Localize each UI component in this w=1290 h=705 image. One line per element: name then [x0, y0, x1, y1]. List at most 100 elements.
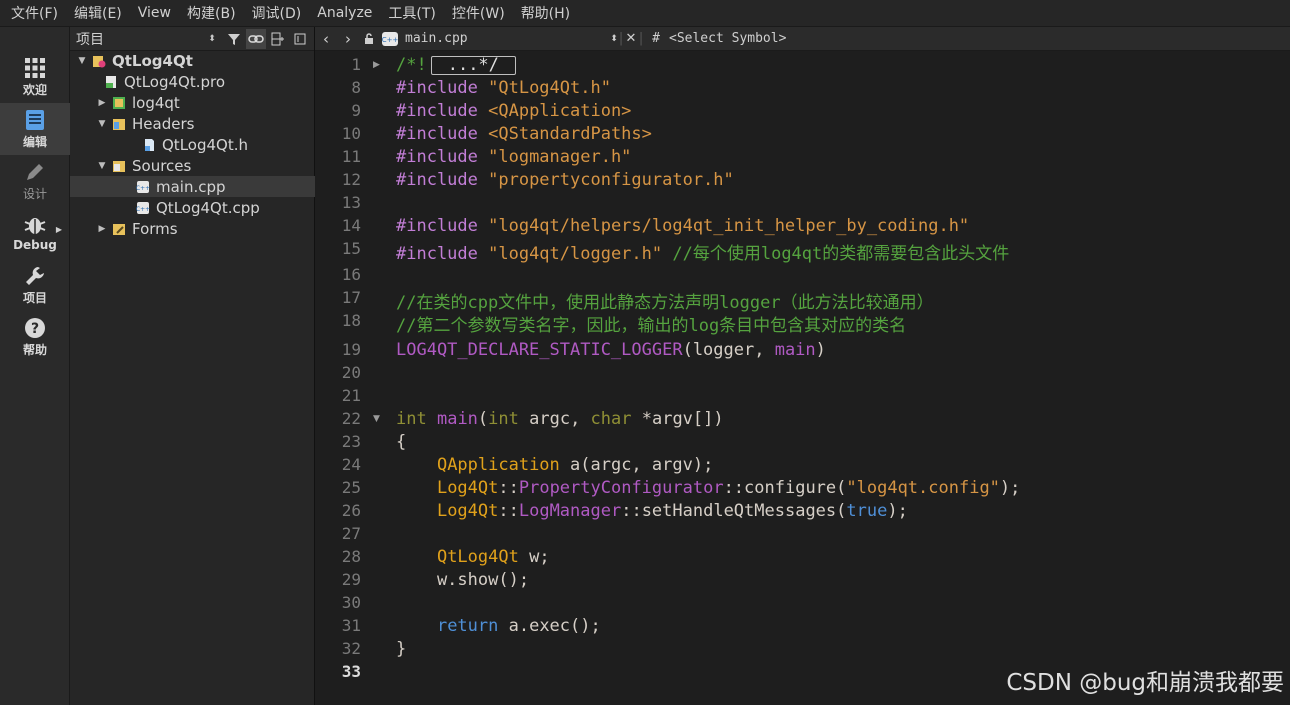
menu-tools[interactable]: 工具(T): [380, 3, 443, 23]
line-number: 26: [341, 501, 361, 520]
expand-arrow-icon[interactable]: ▶: [96, 224, 108, 234]
project-view-selector[interactable]: 项目: [76, 29, 200, 49]
menu-debug[interactable]: 调试(D): [244, 3, 310, 23]
code-line[interactable]: Log4Qt::LogManager::setHandleQtMessages(…: [396, 501, 908, 521]
code-line[interactable]: #include "log4qt/logger.h" //每个使用log4qt的…: [396, 239, 1009, 264]
code-line[interactable]: #include <QStandardPaths>: [396, 124, 652, 144]
code-line[interactable]: //在类的cpp文件中，使用此静态方法声明logger（此方法比较通用）: [396, 288, 934, 313]
tree-item-log4qt[interactable]: ▶ log4qt: [70, 92, 340, 113]
collapse-fold-icon[interactable]: ▼: [373, 414, 380, 424]
symbol-selector[interactable]: <Select Symbol>: [669, 27, 799, 51]
code-line[interactable]: #include "propertyconfigurator.h": [396, 170, 734, 190]
line-number: 22: [341, 409, 361, 428]
tree-item-pro-file[interactable]: QtLog4Qt.pro: [70, 71, 344, 92]
menu-help[interactable]: 帮助(H): [513, 3, 578, 23]
code-line[interactable]: w.show();: [396, 570, 529, 590]
code-token: //每个使用log4qt的类都需要包含此头文件: [672, 244, 1010, 264]
close-panel-icon[interactable]: [290, 29, 310, 49]
code-line[interactable]: #include "logmanager.h": [396, 147, 631, 167]
code-token: #include: [396, 244, 489, 264]
code-line[interactable]: #include "QtLog4Qt.h": [396, 78, 611, 98]
line-number: 15: [341, 239, 361, 258]
line-number: 27: [341, 524, 361, 543]
code-token: QApplication: [436, 455, 560, 475]
mode-label: 设计: [22, 186, 47, 201]
link-icon[interactable]: [246, 28, 266, 49]
forward-icon[interactable]: ›: [337, 27, 359, 51]
code-token: char: [590, 409, 632, 429]
collapse-arrow-icon[interactable]: ▼: [96, 119, 108, 129]
code-line[interactable]: }: [396, 639, 406, 659]
folder-sources-icon: [113, 160, 125, 172]
code-token: PropertyConfigurator: [518, 478, 724, 498]
mode-edit[interactable]: 编辑: [0, 103, 70, 155]
close-document-icon[interactable]: ✕: [623, 27, 639, 51]
code-token: ::configure(: [723, 478, 847, 498]
subproject-icon: [113, 96, 125, 109]
code-token: int: [396, 409, 427, 429]
folded-block-marker[interactable]: ...*/: [430, 56, 516, 75]
line-number: 28: [341, 547, 361, 566]
line-number: 29: [341, 570, 361, 589]
collapse-arrow-icon[interactable]: ▼: [96, 161, 108, 171]
tree-item-headers[interactable]: ▼ Headers: [70, 113, 340, 134]
code-token: a.exec();: [498, 616, 601, 636]
code-token: ): [815, 340, 826, 360]
wrench-icon: [26, 266, 44, 285]
tree-item-forms[interactable]: ▶ Forms: [70, 218, 340, 239]
menu-controls[interactable]: 控件(W): [444, 3, 513, 23]
code-token: Log4Qt: [436, 478, 499, 498]
code-editor[interactable]: 1 ▶ 8 9 10 11 12 13 14 15 16 17 18 19 20 21 22 ▼ 23 24 25 26 2…: [315, 51, 1290, 705]
code-line[interactable]: {: [396, 432, 406, 452]
updown-arrows-icon[interactable]: ⬍: [609, 27, 619, 51]
code-line[interactable]: QApplication a(argc, argv);: [396, 455, 713, 475]
code-token: ::: [498, 478, 519, 498]
tree-item-sources[interactable]: ▼ Sources: [70, 155, 340, 176]
menu-file[interactable]: 文件(F): [4, 3, 66, 23]
document-icon: [26, 109, 44, 130]
code-token: main: [774, 340, 816, 360]
split-icon[interactable]: [268, 29, 288, 49]
tree-item-label: log4qt: [132, 93, 180, 112]
collapse-arrow-icon[interactable]: ▼: [76, 56, 88, 66]
menu-edit[interactable]: 编辑(E): [66, 3, 130, 23]
code-line[interactable]: #include <QApplication>: [396, 101, 631, 121]
code-line[interactable]: #include "log4qt/helpers/log4qt_init_hel…: [396, 216, 969, 236]
code-token: //在类的cpp文件中，使用此静态方法声明logger（此方法比较通用）: [396, 293, 934, 313]
back-icon[interactable]: ‹: [315, 27, 337, 51]
menu-view[interactable]: View: [130, 5, 179, 21]
filter-icon[interactable]: [224, 29, 244, 49]
code-line[interactable]: LOG4QT_DECLARE_STATIC_LOGGER(logger, mai…: [396, 340, 826, 360]
mode-label: 项目: [22, 290, 47, 305]
mode-projects[interactable]: 项目: [0, 259, 70, 311]
code-line[interactable]: //第二个参数写类名字，因此，输出的log条目中包含其对应的类名: [396, 311, 906, 336]
code-line[interactable]: QtLog4Qt w;: [396, 547, 550, 567]
code-token: QtLog4Qt: [436, 547, 519, 567]
code-token: "logmanager.h": [488, 147, 632, 167]
document-selector[interactable]: main.cpp: [401, 27, 609, 51]
code-line[interactable]: /*! ...*/: [396, 55, 516, 75]
line-number: 25: [341, 478, 361, 497]
code-token: "propertyconfigurator.h": [488, 170, 734, 190]
menu-build[interactable]: 构建(B): [179, 3, 244, 23]
updown-arrows-icon[interactable]: ⬍: [202, 29, 222, 49]
mode-welcome[interactable]: 欢迎: [0, 51, 70, 103]
tree-item-project[interactable]: ▼ QtLog4Qt: [70, 50, 320, 71]
code-token: w;: [518, 547, 550, 567]
lock-icon[interactable]: [359, 27, 379, 51]
tree-item-label: QtLog4Qt.h: [162, 135, 248, 154]
menu-analyze[interactable]: Analyze: [309, 5, 380, 21]
code-line[interactable]: int main(int argc, char *argv[]): [396, 409, 724, 429]
mode-help[interactable]: ? 帮助: [0, 311, 70, 363]
code-line[interactable]: return a.exec();: [396, 616, 601, 636]
mode-design[interactable]: 设计: [0, 155, 70, 207]
line-number: 11: [341, 147, 361, 166]
expand-fold-icon[interactable]: ▶: [373, 60, 380, 70]
line-number: 9: [351, 101, 361, 120]
code-line[interactable]: Log4Qt::PropertyConfigurator::configure(…: [396, 478, 1020, 498]
code-token: argc,: [518, 409, 591, 429]
mode-debug[interactable]: Debug ▶: [0, 207, 70, 259]
code-token: /*!: [396, 55, 427, 75]
code-token: <QStandardPaths>: [488, 124, 652, 144]
expand-arrow-icon[interactable]: ▶: [96, 98, 108, 108]
